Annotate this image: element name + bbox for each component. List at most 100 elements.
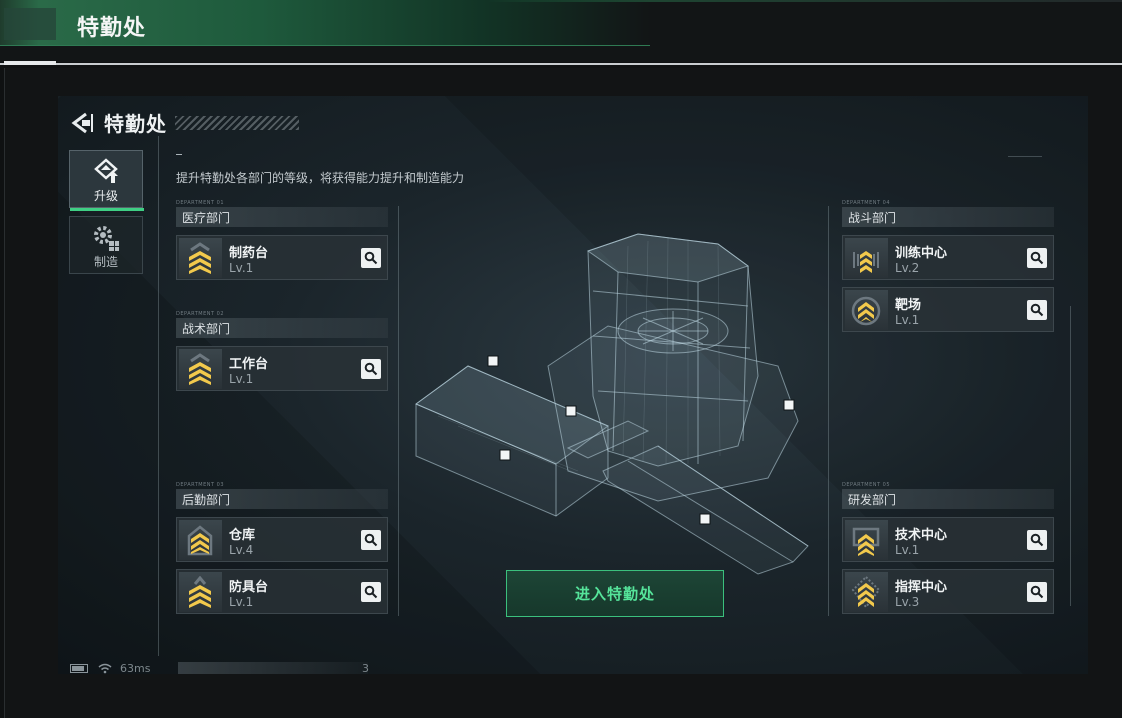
- facility-level: Lv.1: [229, 595, 254, 609]
- dept-research: DEPARTMENT 05 研发部门 技术中心 Lv.1 指挥中心 Lv.3: [842, 482, 1054, 614]
- dept-combat-code: DEPARTMENT 04: [842, 200, 891, 206]
- facility-card-pharmacy[interactable]: 制药台 Lv.1: [176, 235, 388, 280]
- rank-chevron-icon: [189, 576, 211, 608]
- facility-icon-box: [179, 572, 222, 612]
- desc-dash: [176, 154, 182, 155]
- facility-level: Lv.4: [229, 543, 254, 557]
- dept-tactical-code: DEPARTMENT 02: [176, 311, 225, 317]
- rank-chevron-icon: [189, 242, 211, 274]
- tab-upgrade[interactable]: 升级: [69, 150, 144, 211]
- rank-chevron-icon: [851, 576, 881, 608]
- facility-level: Lv.1: [229, 372, 254, 386]
- search-icon: [364, 533, 378, 547]
- facility-level: Lv.3: [895, 595, 920, 609]
- title-bar-block: [4, 8, 56, 40]
- facility-name: 训练中心: [895, 246, 948, 261]
- dept-tactical: DEPARTMENT 02 战术部门 工作台 Lv.1: [176, 311, 388, 391]
- facility-level: Lv.1: [895, 313, 920, 327]
- inspect-button[interactable]: [361, 582, 381, 602]
- dept-medical-title: 医疗部门: [176, 207, 388, 227]
- dept-logistics: DEPARTMENT 03 后勤部门 仓库 Lv.4 防具台 Lv.1: [176, 482, 388, 614]
- facility-name: 仓库: [229, 528, 256, 543]
- facility-name: 工作台: [229, 357, 269, 372]
- app-title: 特勤处: [77, 16, 147, 41]
- left-frame-line: [158, 136, 159, 656]
- facility-name: 制药台: [229, 246, 269, 261]
- facility-icon-box: [845, 520, 888, 560]
- rank-chevron-icon: [852, 527, 880, 556]
- dept-combat-title: 战斗部门: [842, 207, 1054, 227]
- search-icon: [364, 585, 378, 599]
- upgrade-icon: [94, 158, 118, 183]
- facility-card-tech-center[interactable]: 技术中心 Lv.1: [842, 517, 1054, 562]
- search-icon: [1030, 251, 1044, 265]
- facility-level: Lv.2: [895, 261, 920, 275]
- facility-icon-box: [845, 290, 888, 330]
- dept-medical-code: DEPARTMENT 01: [176, 200, 225, 206]
- screen-title: 特勤处: [104, 112, 167, 136]
- status-strip: [178, 662, 368, 674]
- dept-logistics-title: 后勤部门: [176, 489, 388, 509]
- screen-description: 提升特勤处各部门的等级，将获得能力提升和制造能力: [176, 171, 465, 185]
- header-divider-accent: [4, 61, 56, 65]
- inspect-button[interactable]: [1027, 248, 1047, 268]
- inspect-button[interactable]: [361, 248, 381, 268]
- facility-icon-box: [179, 520, 222, 560]
- tab-upgrade-label: 升级: [93, 189, 118, 203]
- facility-card-command-center[interactable]: 指挥中心 Lv.3: [842, 569, 1054, 614]
- wifi-icon: [98, 663, 112, 674]
- dept-tactical-title: 战术部门: [176, 318, 388, 338]
- rank-chevron-icon: [853, 251, 879, 273]
- dept-research-title: 研发部门: [842, 489, 1054, 509]
- enter-special-ops-button[interactable]: 进入特勤处: [506, 570, 724, 617]
- facility-card-armor-bench[interactable]: 防具台 Lv.1: [176, 569, 388, 614]
- facility-icon-box: [845, 238, 888, 278]
- facility-level: Lv.1: [229, 261, 254, 275]
- dept-logistics-code: DEPARTMENT 03: [176, 482, 225, 488]
- right-frame-line: [1070, 306, 1071, 606]
- facility-name: 技术中心: [895, 528, 948, 543]
- inspect-button[interactable]: [1027, 530, 1047, 550]
- tab-craft-label: 制造: [93, 255, 118, 269]
- rank-chevron-icon: [851, 296, 881, 326]
- rank-chevron-icon: [189, 353, 211, 385]
- facility-level: Lv.1: [895, 543, 920, 557]
- search-icon: [364, 251, 378, 265]
- game-viewport: 特勤处 升级 制造 提升特勤处各部门的等级，将获得能力提升和制造能力 DEPAR…: [58, 96, 1088, 674]
- inspect-button[interactable]: [1027, 300, 1047, 320]
- status-counter: 3: [362, 662, 369, 674]
- facility-card-shooting-range[interactable]: 靶场 Lv.1: [842, 287, 1054, 332]
- battery-icon: [70, 664, 88, 673]
- tab-active-indicator: [70, 208, 144, 211]
- status-bar: 63ms: [70, 662, 150, 674]
- facility-icon-box: [845, 572, 888, 612]
- back-arrow-icon[interactable]: [70, 111, 94, 135]
- top-right-tick: [1008, 156, 1042, 157]
- facility-card-training-center[interactable]: 训练中心 Lv.2: [842, 235, 1054, 280]
- screen-header: 特勤处: [70, 108, 299, 137]
- facility-name: 防具台: [229, 580, 269, 595]
- search-icon: [1030, 303, 1044, 317]
- title-hatch-decoration: [175, 115, 299, 130]
- search-icon: [364, 362, 378, 376]
- inspect-button[interactable]: [361, 530, 381, 550]
- inspect-button[interactable]: [361, 359, 381, 379]
- facility-icon-box: [179, 238, 222, 278]
- search-icon: [1030, 585, 1044, 599]
- facility-card-warehouse[interactable]: 仓库 Lv.4: [176, 517, 388, 562]
- facility-icon-box: [179, 349, 222, 389]
- search-icon: [1030, 533, 1044, 547]
- ping-readout: 63ms: [120, 662, 151, 674]
- dept-medical: DEPARTMENT 01 医疗部门 制药台 Lv.1: [176, 200, 388, 280]
- header-divider: [0, 63, 1122, 65]
- dept-research-code: DEPARTMENT 05: [842, 482, 891, 488]
- tab-craft[interactable]: 制造: [69, 216, 143, 274]
- inspect-button[interactable]: [1027, 582, 1047, 602]
- facility-card-workbench[interactable]: 工作台 Lv.1: [176, 346, 388, 391]
- dept-combat: DEPARTMENT 04 战斗部门 训练中心 Lv.2 靶场 Lv.1: [842, 200, 1054, 332]
- gears-icon: [94, 226, 119, 251]
- facility-name: 靶场: [895, 298, 922, 313]
- app-title-bar: 特勤处: [0, 0, 1122, 62]
- facility-name: 指挥中心: [895, 580, 948, 595]
- rank-chevron-icon: [187, 525, 213, 556]
